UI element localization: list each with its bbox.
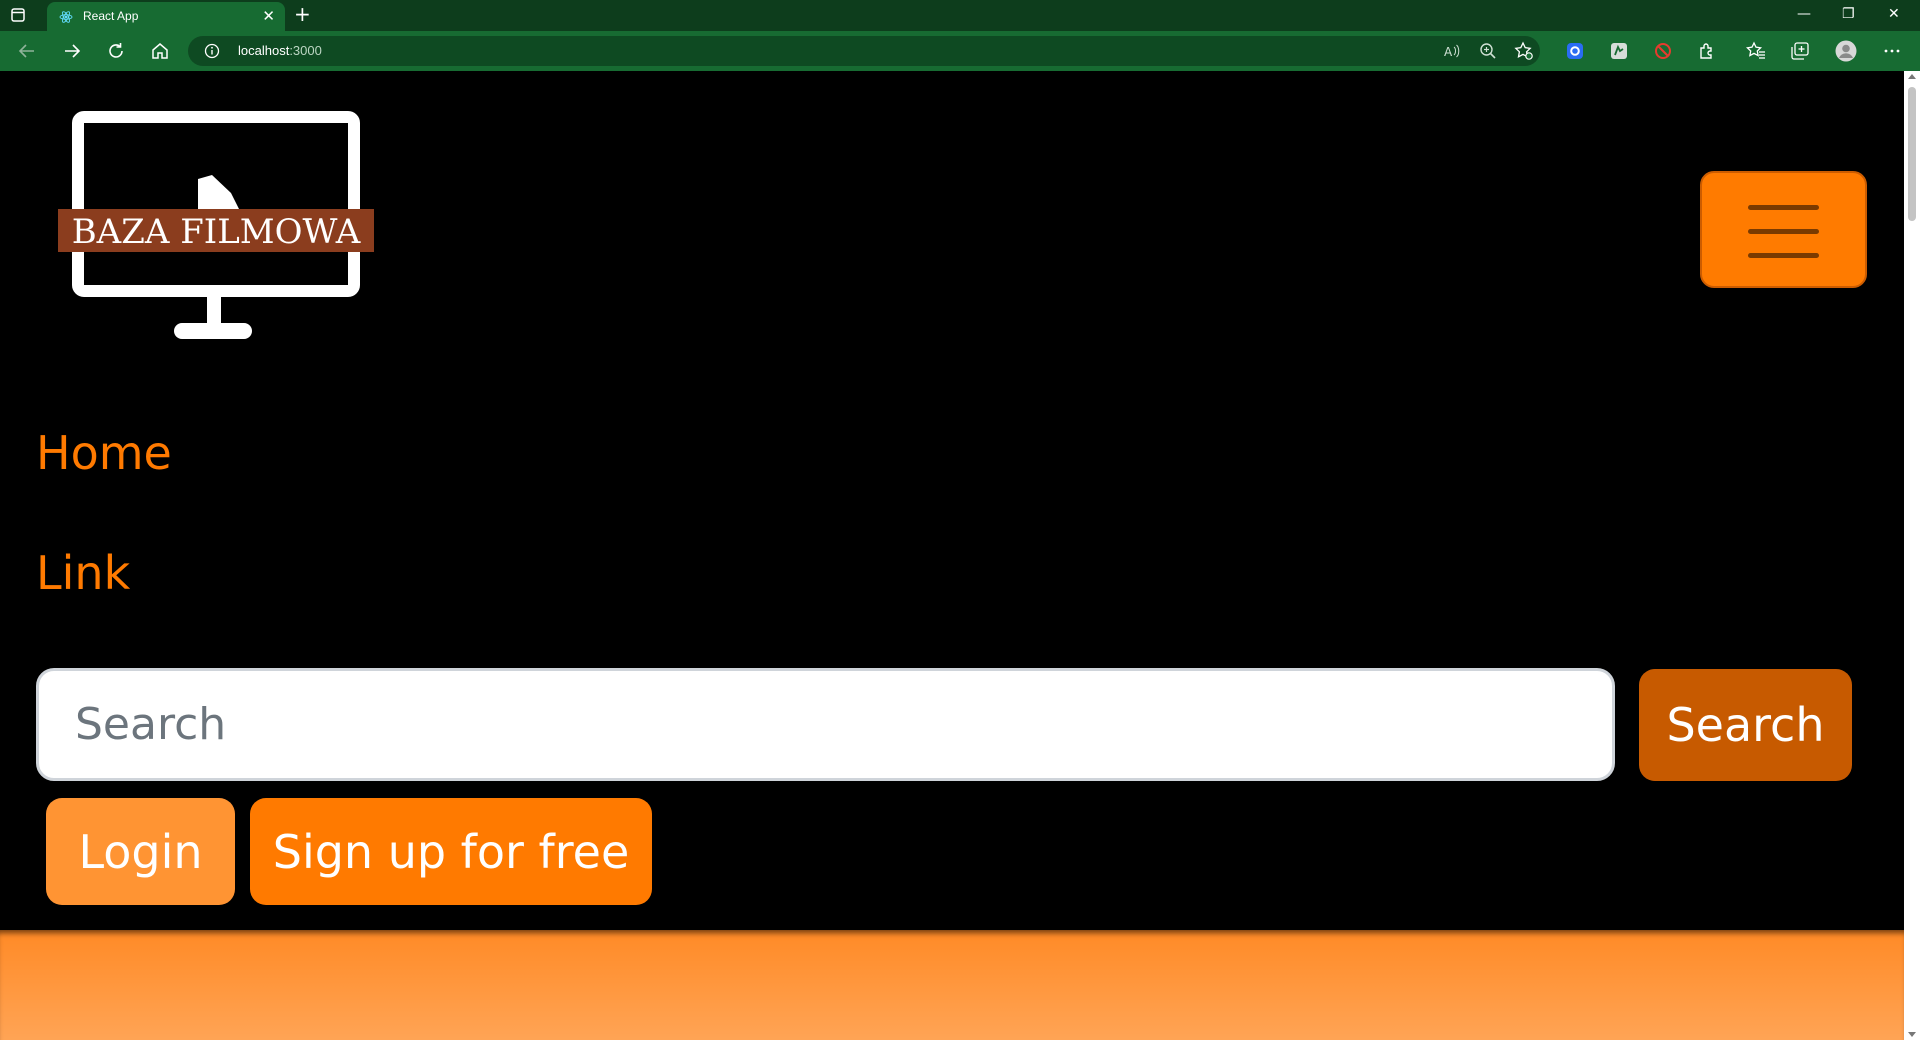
page-viewport: BAZA FILMOWA Home Link Search Login Sign…	[0, 71, 1904, 1040]
nav-link-link[interactable]: Link	[36, 550, 130, 596]
more-icon[interactable]	[1882, 41, 1902, 61]
navbar-toggle-button[interactable]	[1700, 171, 1867, 288]
search-input[interactable]	[36, 668, 1615, 781]
url-host: localhost	[238, 43, 290, 58]
address-bar-row: localhost:3000 A	[0, 31, 1920, 71]
brand-name: BAZA FILMOWA	[72, 212, 361, 252]
site-info-icon[interactable]	[204, 43, 220, 59]
collections-icon[interactable]	[1790, 41, 1810, 61]
brand-logo[interactable]: BAZA FILMOWA	[56, 109, 376, 359]
zoom-icon[interactable]	[1478, 41, 1498, 61]
read-aloud-icon[interactable]: A	[1442, 41, 1462, 61]
restore-button[interactable]: ❐	[1842, 6, 1855, 22]
scroll-up-arrow-icon[interactable]	[1908, 74, 1916, 79]
tab-react-app[interactable]: React App ✕	[47, 2, 285, 31]
extensions-icon[interactable]	[1697, 41, 1717, 61]
react-favicon-icon	[59, 11, 73, 23]
favorites-icon[interactable]	[1746, 41, 1766, 61]
url-text: localhost:3000	[238, 43, 322, 58]
scroll-thumb[interactable]	[1908, 87, 1916, 221]
scroll-down-arrow-icon[interactable]	[1908, 1032, 1916, 1037]
minimize-button[interactable]: —	[1797, 6, 1811, 22]
blocked-icon[interactable]	[1653, 41, 1673, 61]
tab-bar: React App ✕ + — ❐ ✕	[0, 0, 1920, 31]
back-icon[interactable]	[16, 40, 38, 62]
refresh-icon[interactable]	[105, 40, 127, 62]
tab-actions-icon[interactable]	[10, 7, 26, 23]
add-favorite-icon[interactable]	[1514, 41, 1534, 61]
nav-link-home[interactable]: Home	[36, 430, 172, 476]
svg-text:A: A	[1444, 45, 1453, 59]
tab-title: React App	[83, 9, 139, 23]
search-button[interactable]: Search	[1639, 669, 1852, 781]
signup-button[interactable]: Sign up for free	[250, 798, 652, 905]
window-close-button[interactable]: ✕	[1888, 6, 1900, 22]
address-field[interactable]: localhost:3000	[188, 36, 1540, 66]
new-tab-button[interactable]: +	[294, 3, 311, 25]
login-button[interactable]: Login	[46, 798, 235, 905]
url-port: :3000	[289, 43, 322, 58]
forward-icon[interactable]	[61, 40, 83, 62]
extension-gray-icon[interactable]	[1609, 41, 1629, 61]
extension-blue-icon[interactable]	[1565, 41, 1585, 61]
profile-icon[interactable]	[1835, 40, 1857, 62]
tab-close-icon[interactable]: ✕	[262, 7, 275, 25]
home-icon[interactable]	[149, 40, 171, 62]
page-scrollbar[interactable]	[1904, 71, 1920, 1040]
hero-section	[0, 930, 1904, 1040]
